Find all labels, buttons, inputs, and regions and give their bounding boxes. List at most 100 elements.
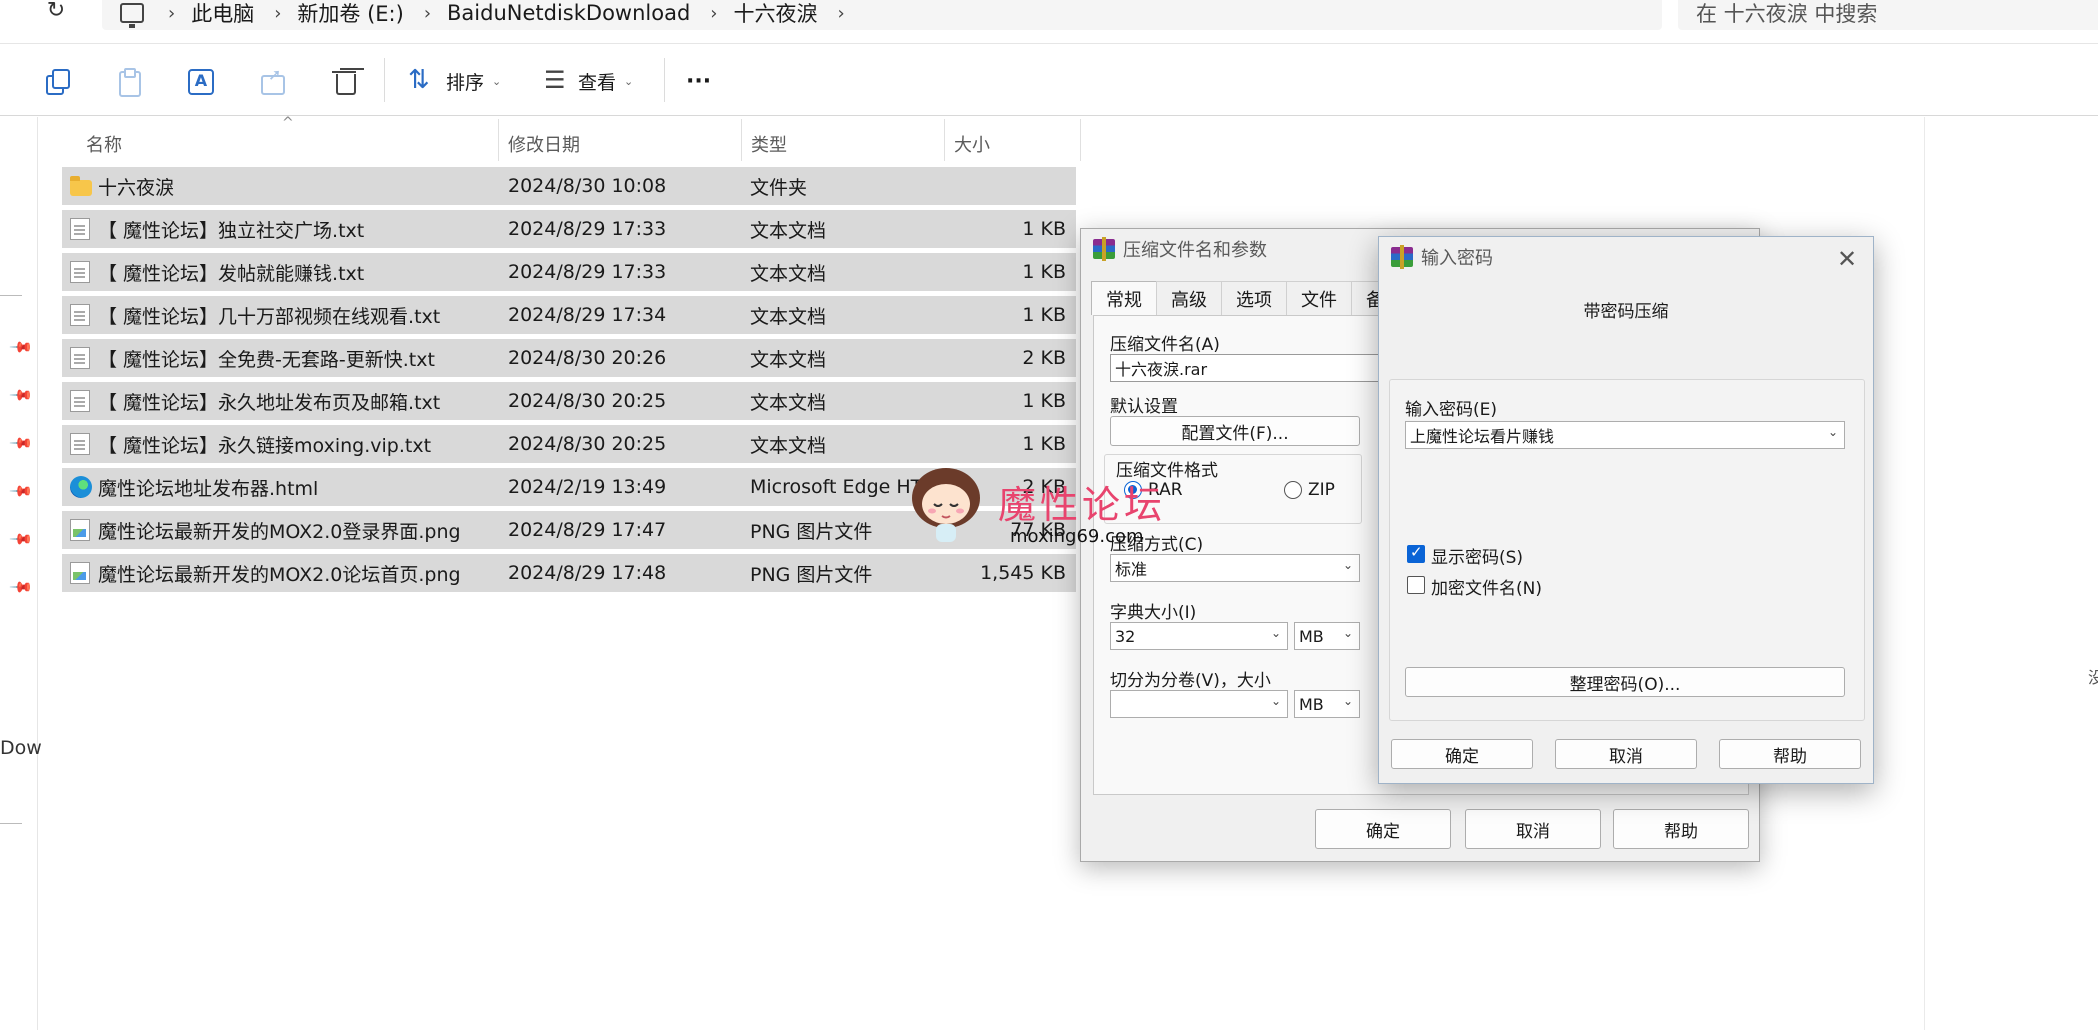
file-row[interactable]: 【 魔性论坛】永久链接moxing.vip.txt 2024/8/30 20:25… (62, 425, 1076, 463)
show-password-label: 显示密码(S) (1431, 548, 1524, 568)
tab-files[interactable]: 文件 (1286, 281, 1352, 315)
column-header-type[interactable]: 类型 (751, 129, 787, 159)
method-value: 标准 (1115, 560, 1148, 579)
file-row[interactable]: 魔性论坛最新开发的MOX2.0论坛首页.png 2024/8/29 17:48 PN… (62, 554, 1076, 592)
file-size: 1 KB (1022, 433, 1066, 455)
tab-general[interactable]: 常规 (1091, 281, 1157, 315)
column-header-name[interactable]: 名称 (86, 129, 122, 159)
toolbar-separator (664, 58, 665, 102)
breadcrumb-item-this-pc[interactable]: 此电脑 (191, 0, 254, 28)
file-date: 2024/8/30 20:25 (508, 433, 667, 455)
dictionary-select[interactable]: 32 ⌄ (1110, 622, 1288, 650)
ok-button[interactable]: 确定 (1391, 739, 1533, 769)
file-row[interactable]: 【 魔性论坛】永久地址发布页及邮箱.txt 2024/8/30 20:25 文本文档… (62, 382, 1076, 420)
split-volume-input[interactable]: ⌄ (1110, 690, 1288, 718)
format-zip-radio[interactable] (1284, 481, 1302, 499)
file-row[interactable]: 【 魔性论坛】独立社交广场.txt 2024/8/29 17:33 文本文档 1 KB (62, 210, 1076, 248)
dialog-title-bar[interactable]: 输入密码 (1379, 237, 1873, 277)
split-unit-select[interactable]: MB ⌄ (1294, 690, 1360, 718)
cancel-button[interactable]: 取消 (1465, 809, 1601, 849)
file-type: PNG 图片文件 (750, 520, 873, 543)
column-divider[interactable] (1080, 119, 1081, 161)
ok-button[interactable]: 确定 (1315, 809, 1451, 849)
breadcrumb[interactable]: › 此电脑 › 新加卷 (E:) › BaiduNetdiskDownload … (102, 0, 1662, 30)
pin-icon[interactable]: 📌 (8, 334, 34, 360)
file-date: 2024/8/29 17:33 (508, 261, 667, 283)
breadcrumb-item-folder[interactable]: BaiduNetdiskDownload (447, 1, 690, 25)
pin-icon[interactable]: 📌 (8, 574, 34, 600)
png-image-icon (70, 562, 90, 584)
profiles-button[interactable]: 配置文件(F)... (1110, 416, 1360, 446)
search-input[interactable]: 在 十六夜淚 中搜索 (1678, 0, 2098, 30)
column-header-date[interactable]: 修改日期 (508, 129, 580, 159)
rename-button[interactable] (186, 64, 214, 98)
file-size: 1 KB (1022, 390, 1066, 412)
view-button[interactable]: 查看 ⌄ (544, 64, 633, 98)
file-name: 魔性论坛最新开发的MOX2.0登录界面.png (98, 520, 461, 543)
archive-name-input[interactable]: 十六夜淚.rar (1110, 354, 1410, 382)
show-password-checkbox[interactable] (1407, 543, 1425, 563)
refresh-icon[interactable]: ↻ (40, 0, 72, 26)
column-header-size[interactable]: 大小 (954, 129, 990, 159)
file-type: Microsoft Edge HT (750, 476, 923, 498)
column-divider[interactable] (741, 119, 742, 161)
tab-bar: 常规 高级 选项 文件 备 (1091, 281, 1399, 315)
password-input[interactable]: 上魔性论坛看片赚钱 ⌄ (1405, 421, 1845, 449)
help-button[interactable]: 帮助 (1719, 739, 1861, 769)
file-name: 【 魔性论坛】几十万部视频在线观看.txt (98, 305, 441, 328)
text-file-icon (70, 261, 90, 283)
file-row[interactable]: 【 魔性论坛】几十万部视频在线观看.txt 2024/8/29 17:34 文本文档… (62, 296, 1076, 334)
delete-button[interactable] (330, 64, 358, 98)
breadcrumb-item-drive[interactable]: 新加卷 (E:) (297, 0, 403, 28)
encrypt-names-checkbox[interactable] (1407, 576, 1425, 594)
chevron-down-icon: ⌄ (1270, 694, 1281, 708)
file-row[interactable]: 【 魔性论坛】发帖就能赚钱.txt 2024/8/29 17:33 文本文档 1 KB (62, 253, 1076, 291)
file-date: 2024/2/19 13:49 (508, 476, 667, 498)
close-icon[interactable]: ✕ (1833, 245, 1861, 273)
format-zip-label: ZIP (1308, 480, 1335, 500)
pin-icon[interactable]: 📌 (8, 382, 34, 408)
more-options-button[interactable]: ··· (686, 64, 711, 98)
copy-button[interactable] (42, 64, 70, 98)
chevron-down-icon: ⌄ (1270, 626, 1281, 640)
file-date: 2024/8/29 17:47 (508, 519, 667, 541)
breadcrumb-item-current[interactable]: 十六夜淚 (733, 0, 817, 28)
dictionary-unit-select[interactable]: MB ⌄ (1294, 622, 1360, 650)
navigation-pane: 📌 📌 📌 📌 📌 📌 Dow (0, 117, 42, 1030)
file-type: 文本文档 (750, 391, 827, 414)
help-button[interactable]: 帮助 (1613, 809, 1749, 849)
nav-item-downloads[interactable]: Dow (0, 737, 42, 759)
text-file-icon (70, 433, 90, 455)
column-divider[interactable] (498, 119, 499, 161)
this-pc-icon[interactable] (120, 3, 148, 28)
file-name: 魔性论坛最新开发的MOX2.0论坛首页.png (98, 563, 461, 586)
view-label: 查看 (578, 71, 617, 94)
method-select[interactable]: 标准 ⌄ (1110, 554, 1360, 582)
text-file-icon (70, 390, 90, 412)
sort-button[interactable]: 排序 ⌄ (408, 64, 501, 98)
tab-advanced[interactable]: 高级 (1156, 281, 1222, 315)
file-size: 2 KB (1022, 347, 1066, 369)
edge-html-icon (70, 476, 92, 498)
file-name: 【 魔性论坛】独立社交广场.txt (98, 219, 365, 242)
watermark-url: moxing69.com (1010, 526, 1144, 547)
file-row[interactable]: 【 魔性论坛】全免费-无套路-更新快.txt 2024/8/30 20:26 文本文… (62, 339, 1076, 377)
share-button[interactable] (258, 64, 286, 98)
winrar-icon (1093, 237, 1115, 261)
winrar-icon (1391, 245, 1413, 269)
text-file-icon (70, 347, 90, 369)
pin-icon[interactable]: 📌 (8, 478, 34, 504)
organize-passwords-button[interactable]: 整理密码(O)... (1405, 667, 1845, 697)
pin-icon[interactable]: 📌 (8, 430, 34, 456)
watermark-mascot-icon (912, 468, 980, 542)
column-divider[interactable] (944, 119, 945, 161)
tab-options[interactable]: 选项 (1221, 281, 1287, 315)
pin-icon[interactable]: 📌 (8, 526, 34, 552)
chevron-right-icon: › (274, 2, 282, 24)
paste-button[interactable] (114, 64, 142, 98)
file-row[interactable]: 十六夜淚 2024/8/30 10:08 文件夹 (62, 167, 1076, 205)
cancel-button[interactable]: 取消 (1555, 739, 1697, 769)
png-image-icon (70, 519, 90, 541)
address-bar: ↻ › 此电脑 › 新加卷 (E:) › BaiduNetdiskDownloa… (0, 0, 2098, 44)
chevron-right-icon[interactable]: › (837, 3, 844, 24)
